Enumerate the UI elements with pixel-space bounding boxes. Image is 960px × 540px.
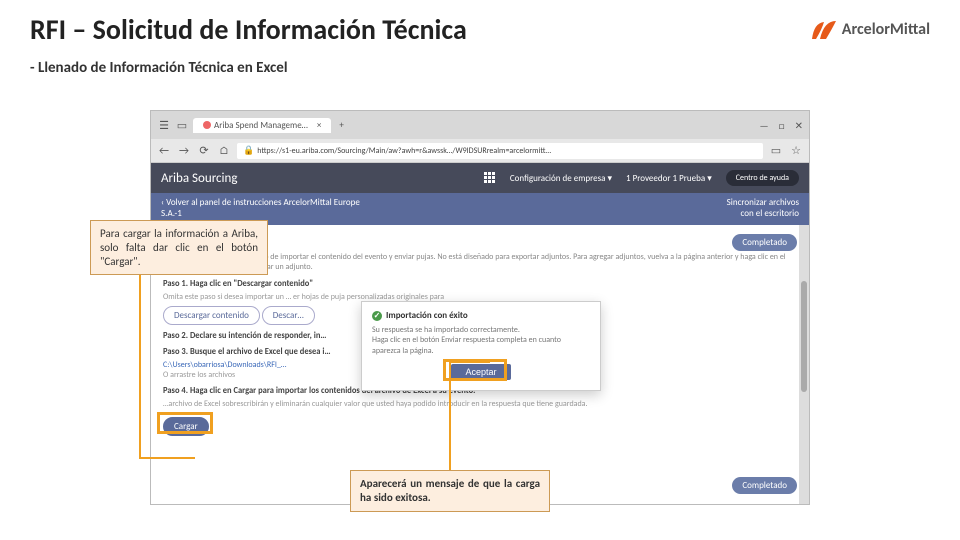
download-content-button[interactable]: Descargar contenido xyxy=(163,306,260,325)
callout-success-hint: Aparecerá un mensaje de que la carga ha … xyxy=(350,470,550,512)
tab-close-icon[interactable]: × xyxy=(317,120,321,131)
status-completed-top: Completado xyxy=(732,234,797,251)
browser-tab-bar: ☰ ▭ Ariba Spend Manageme… × + — □ ✕ xyxy=(151,111,809,139)
window-minimize-icon[interactable]: — xyxy=(760,119,769,132)
nav-reload-icon[interactable]: ⟳ xyxy=(197,144,211,158)
import-success-modal: ✓ Importación con éxito Su respuesta se … xyxy=(361,301,601,391)
step1-label: Paso 1. xyxy=(163,279,188,289)
ariba-header: Ariba Sourcing Configuración de empresa … xyxy=(151,163,809,193)
step1-row: Paso 1. Haga clic en "Descargar contenid… xyxy=(163,279,797,289)
back-link[interactable]: ‹ Volver al panel de instrucciones Arcel… xyxy=(161,198,360,220)
nav-home-icon[interactable]: ⌂ xyxy=(217,144,231,158)
address-bar[interactable]: 🔒 https:// s1-eu.ariba.com/Sourcing/Main… xyxy=(237,143,763,159)
embedded-screenshot: ☰ ▭ Ariba Spend Manageme… × + — □ ✕ ← → … xyxy=(150,110,810,505)
url-scheme: https:// xyxy=(257,146,282,156)
lock-icon: 🔒 xyxy=(243,145,254,156)
browser-address-row: ← → ⟳ ⌂ 🔒 https:// s1-eu.ariba.com/Sourc… xyxy=(151,139,809,163)
step2-text: Declare su intención de responder, in… xyxy=(190,331,327,341)
arcelormittal-logo-icon xyxy=(810,19,838,41)
modal-body-line2: Haga clic en el botón Enviar respuesta c… xyxy=(372,335,590,356)
url-text: s1-eu.ariba.com/Sourcing/Main/aw?awh=r&a… xyxy=(282,146,551,156)
user-menu[interactable]: 1 Proveedor 1 Prueba ▾ xyxy=(626,173,712,184)
new-tab-button[interactable]: + xyxy=(339,120,343,131)
window-maximize-icon[interactable]: □ xyxy=(779,119,785,132)
browser-window-icon[interactable]: ▭ xyxy=(175,118,189,132)
tab-label: Ariba Spend Manageme… xyxy=(214,120,308,131)
modal-body-line1: Su respuesta se ha importado correctamen… xyxy=(372,325,590,335)
sync-files-link[interactable]: Sincronizar archivos con el escritorio xyxy=(727,198,799,220)
browser-tab[interactable]: Ariba Spend Manageme… × xyxy=(193,118,331,133)
arcelormittal-logo-text: ArcelorMittal xyxy=(842,20,930,39)
step3-label: Paso 3. xyxy=(163,347,188,357)
download-attachments-button[interactable]: Descar… xyxy=(262,306,315,325)
upload-button[interactable]: Cargar xyxy=(163,417,209,436)
step4-warning: …archivo de Excel sobrescribirán y elimi… xyxy=(163,399,797,409)
status-completed-bottom: Completado xyxy=(732,477,797,494)
back-link-line1: ‹ Volver al panel de instrucciones Arcel… xyxy=(161,198,360,209)
success-check-icon: ✓ xyxy=(372,311,382,321)
ariba-product-title: Ariba Sourcing xyxy=(161,171,237,186)
company-settings-menu[interactable]: Configuración de empresa ▾ xyxy=(510,173,612,184)
nav-back-icon[interactable]: ← xyxy=(157,144,171,158)
step2-label: Paso 2. xyxy=(163,331,188,341)
back-link-line2: S.A.-1 xyxy=(161,209,360,220)
callout-upload-hint: Para cargar la información a Ariba, solo… xyxy=(90,220,268,275)
slide-subtitle: - Llenado de Información Técnica en Exce… xyxy=(0,51,960,81)
browser-menu-icon[interactable]: ☰ xyxy=(157,118,171,132)
step1-text: Haga clic en "Descargar contenido" xyxy=(190,279,313,289)
accept-button[interactable]: Aceptar xyxy=(451,364,510,380)
arcelormittal-logo: ArcelorMittal xyxy=(810,19,930,41)
app-grid-icon[interactable] xyxy=(484,172,496,184)
modal-title-text: Importación con éxito xyxy=(386,310,468,321)
step4-label: Paso 4. xyxy=(163,386,188,396)
sync-line2: con el escritorio xyxy=(727,209,799,220)
nav-forward-icon[interactable]: → xyxy=(177,144,191,158)
window-close-icon[interactable]: ✕ xyxy=(795,119,803,132)
favorite-icon[interactable]: ☆ xyxy=(789,144,803,158)
slide-title: RFI – Solicitud de Información Técnica xyxy=(30,12,467,47)
tab-favicon-icon xyxy=(203,121,211,129)
step3-text: Busque el archivo de Excel que desea i… xyxy=(190,347,331,357)
reading-view-icon[interactable]: ▭ xyxy=(769,144,783,158)
help-center-button[interactable]: Centro de ayuda xyxy=(726,170,799,186)
